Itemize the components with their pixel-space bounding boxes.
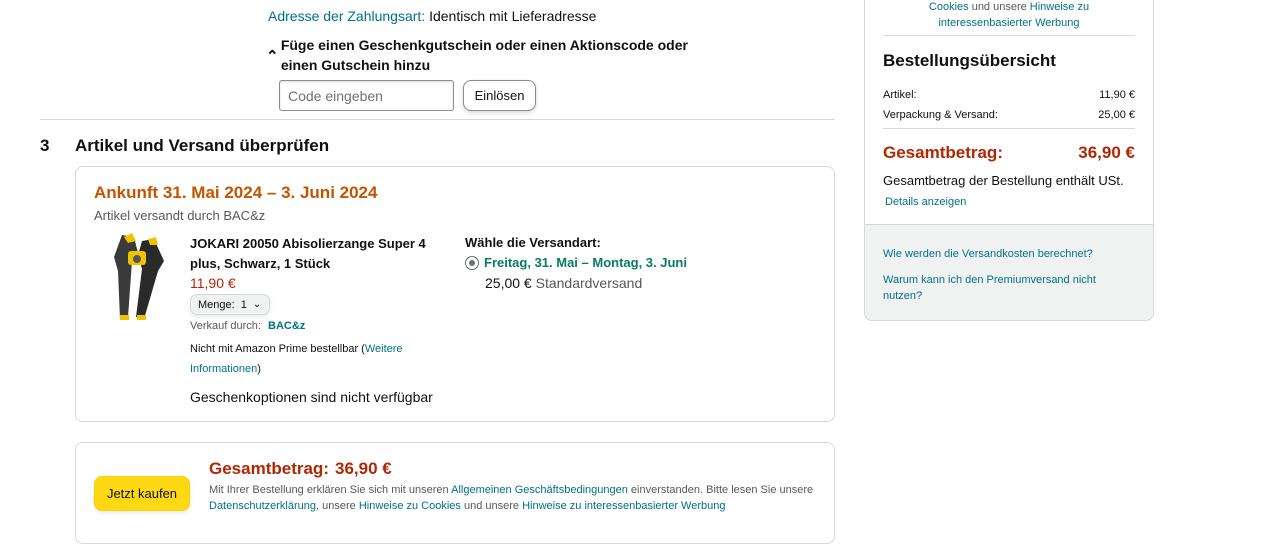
summary-shipping-row: Verpackung & Versand: 25,00 € — [883, 109, 1135, 121]
summary-shipping-label: Verpackung & Versand: — [883, 109, 998, 121]
quantity-value: 1 — [240, 298, 247, 311]
product-price: 11,90 € — [190, 275, 236, 291]
voucher-toggle[interactable]: ⌃ Füge einen Geschenkgutschein oder eine… — [266, 35, 696, 79]
summary-heading: Bestellungsübersicht — [883, 51, 1056, 70]
shipping-option-label[interactable]: Freitag, 31. Mai – Montag, 3. Juni — [484, 255, 687, 270]
wire-stripper-product-image[interactable] — [108, 231, 170, 323]
summary-items-label: Artikel: — [883, 89, 917, 101]
shipping-method-heading: Wähle die Versandart: — [465, 235, 601, 250]
seller-link[interactable]: BAC&z — [268, 320, 305, 332]
chevron-up-icon[interactable]: ⌃ — [266, 35, 281, 79]
summary-cookies-link[interactable]: Cookies — [929, 1, 969, 13]
shipped-by: Artikel versandt durch BAC&z — [94, 208, 266, 223]
summary-items-row: Artikel: 11,90 € — [883, 89, 1135, 101]
summary-shipping-value: 25,00 € — [1098, 109, 1135, 121]
privacy-link[interactable]: Datenschutzerklärung — [209, 500, 316, 512]
order-total-value: 36,90 € — [334, 459, 392, 478]
product-title[interactable]: JOKARI 20050 Abisolierzange Super 4 plus… — [190, 234, 455, 274]
prime-note: Nicht mit Amazon Prime bestellbar (Weite… — [190, 339, 450, 379]
order-summary-panel: Cookies und unsere Hinweise zu interesse… — [864, 0, 1154, 321]
buy-now-button[interactable]: Jetzt kaufen — [94, 476, 190, 511]
order-total: Gesamtbetrag: 36,90 € — [209, 459, 392, 479]
shipping-option-price-line: 25,00 € Standardversand — [485, 275, 642, 291]
prime-note-suffix: ) — [257, 363, 261, 375]
order-total-label: Gesamtbetrag: — [209, 459, 329, 478]
previous-section-title-cut — [60, 0, 200, 4]
sold-by-label: Verkauf durch: — [190, 320, 261, 332]
prime-note-prefix: Nicht mit Amazon Prime bestellbar ( — [190, 343, 365, 355]
sold-by: Verkauf durch: BAC&z — [190, 320, 305, 332]
legal-text-1: Mit Ihrer Bestellung erklären Sie sich m… — [209, 484, 452, 496]
faq-shipping-cost-link[interactable]: Wie werden die Versandkosten berechnet? — [883, 248, 1093, 260]
summary-vat-text: Gesamtbetrag der Bestellung enthält USt. — [883, 173, 1124, 188]
summary-faq-box: Wie werden die Versandkosten berechnet? … — [865, 224, 1153, 320]
legal-text-2: einverstanden. Bitte lesen Sie unsere — [627, 484, 814, 496]
cookies-link[interactable]: Hinweise zu Cookies — [359, 500, 461, 512]
shipping-option-price: 25,00 € — [485, 275, 532, 291]
redeem-button[interactable]: Einlösen — [463, 80, 536, 111]
summary-total-row: Gesamtbetrag: 36,90 € — [883, 143, 1135, 163]
step-title: Artikel und Versand überprüfen — [75, 136, 330, 155]
legal-notice: Mit Ihrer Bestellung erklären Sie sich m… — [209, 482, 824, 514]
delivery-card: Ankunft 31. Mai 2024 – 3. Juni 2024 Arti… — [75, 166, 835, 422]
summary-total-label: Gesamtbetrag: — [883, 143, 1003, 162]
summary-interest-ads-link[interactable]: interessenbasierter Werbung — [938, 17, 1079, 29]
chevron-down-icon: ⌄ — [252, 299, 262, 310]
shipping-option-desc: Standardversand — [535, 275, 643, 291]
legal-text-4: und unsere — [460, 500, 523, 512]
gift-options-note: Geschenkoptionen sind nicht verfügbar — [190, 389, 433, 405]
arrival-date: Ankunft 31. Mai 2024 – 3. Juni 2024 — [94, 183, 378, 202]
summary-top-legal: Cookies und unsere Hinweise zu interesse… — [865, 0, 1153, 31]
summary-total-value: 36,90 € — [1078, 143, 1135, 162]
voucher-toggle-label[interactable]: Füge einen Geschenkgutschein oder einen … — [281, 35, 696, 79]
voucher-code-input[interactable] — [279, 80, 454, 111]
place-order-card: Jetzt kaufen Gesamtbetrag: 36,90 € Mit Ih… — [75, 442, 835, 544]
payment-address-line: Adresse der Zahlungsart: Identisch mit L… — [268, 8, 596, 24]
summary-top-and: und unsere — [968, 1, 1030, 13]
summary-divider — [883, 128, 1135, 129]
vat-details-link[interactable]: Details anzeigen — [885, 196, 966, 208]
quantity-dropdown[interactable]: Menge: 1 ⌄ — [190, 294, 270, 315]
legal-text-3: , unsere — [316, 500, 359, 512]
section-divider — [40, 119, 835, 120]
payment-address-value: Identisch mit Lieferadresse — [429, 8, 597, 24]
shipping-option-standard[interactable]: Freitag, 31. Mai – Montag, 3. Juni — [465, 255, 687, 270]
summary-hints-link[interactable]: Hinweise zu — [1030, 1, 1089, 13]
summary-divider — [883, 35, 1135, 36]
quantity-label: Menge: — [198, 298, 235, 311]
summary-items-value: 11,90 € — [1099, 89, 1135, 101]
terms-link[interactable]: Allgemeinen Geschäftsbedingungen — [451, 484, 628, 496]
radio-selected-icon[interactable] — [465, 255, 479, 270]
summary-vat-note: Gesamtbetrag der Bestellung enthält USt.… — [883, 171, 1135, 212]
payment-address-label[interactable]: Adresse der Zahlungsart: — [268, 8, 425, 24]
step-number: 3 — [40, 136, 50, 155]
faq-premium-link[interactable]: Warum kann ich den Premiumversand nicht … — [883, 272, 1133, 304]
interest-ads-link[interactable]: Hinweise zu interessenbasierter Werbung — [522, 500, 725, 512]
